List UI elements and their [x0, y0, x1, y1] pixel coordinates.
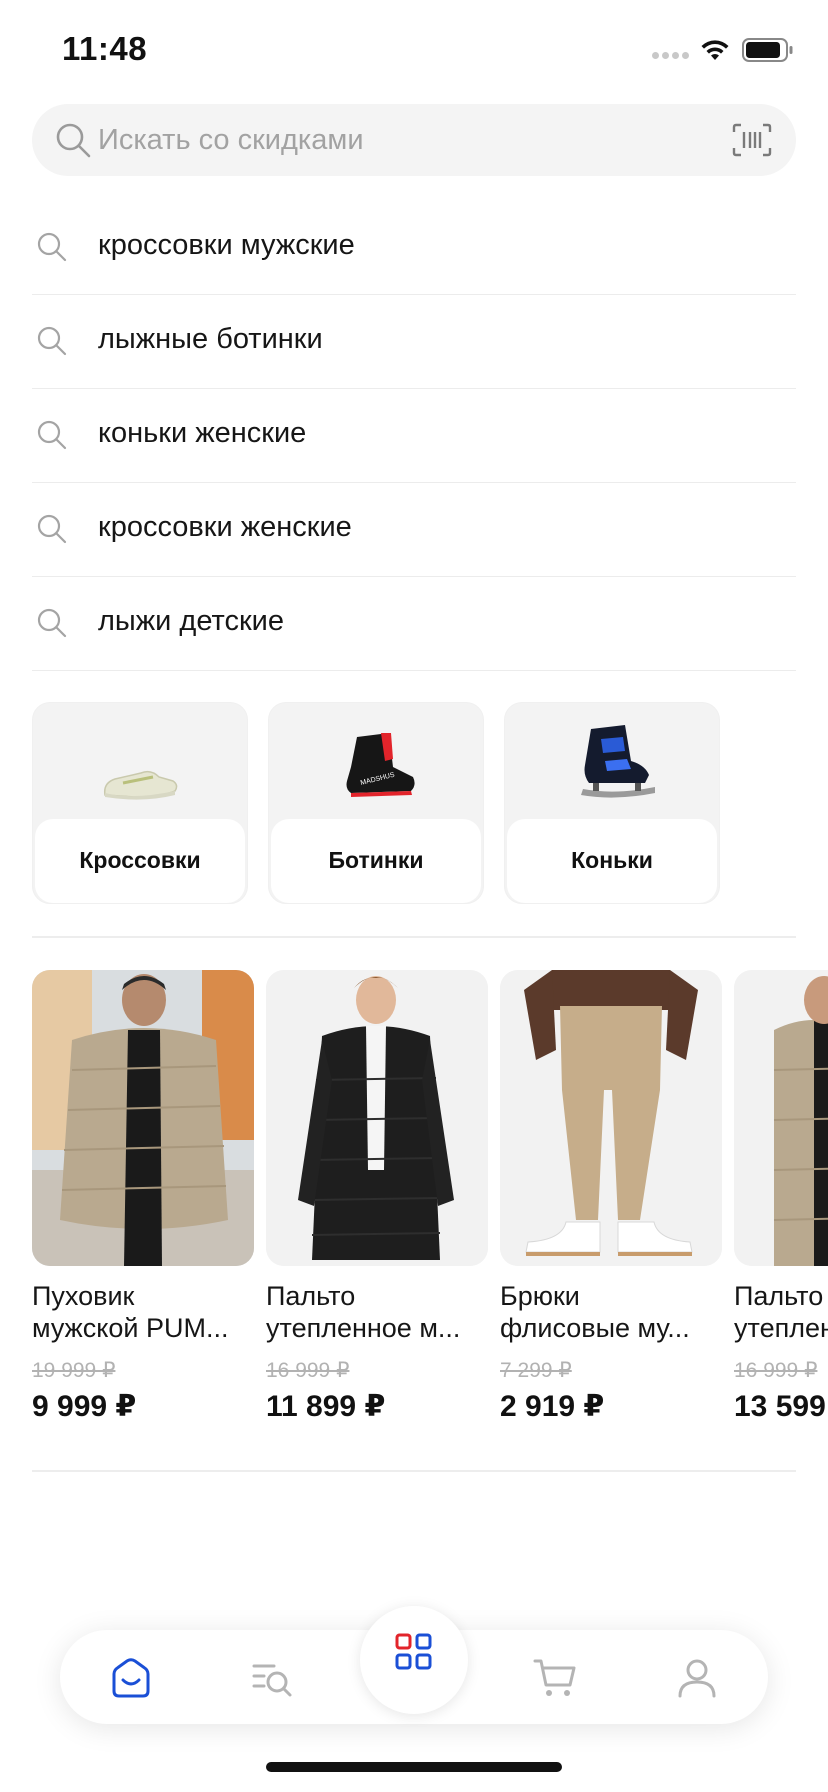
suggestion-item[interactable]: лыжные ботинки	[32, 295, 796, 389]
search-icon	[37, 232, 67, 262]
status-bar: 11:48	[0, 0, 828, 100]
category-card-boots[interactable]: MADSHUS Ботинки	[268, 702, 484, 904]
category-card-sneakers[interactable]: Кроссовки	[32, 702, 248, 904]
category-card-skates[interactable]: Коньки	[504, 702, 720, 904]
product-image	[266, 970, 488, 1266]
product-old-price: 7 299 ₽	[500, 1359, 572, 1382]
category-label-box: Коньки	[507, 819, 717, 903]
section-divider	[32, 936, 796, 938]
category-label: Ботинки	[328, 847, 424, 873]
search-icon	[37, 514, 67, 544]
home-icon[interactable]	[108, 1655, 154, 1701]
product-card[interactable]: Пуховик мужской PUM... 19 999 ₽ 9 999 ₽	[32, 970, 254, 1424]
battery-icon	[742, 38, 793, 62]
search-bar[interactable]	[32, 104, 796, 176]
ice-skate-image	[581, 725, 655, 798]
search-suggestions: кроссовки мужские лыжные ботинки коньки …	[32, 201, 796, 671]
suggestion-label: кроссовки мужские	[98, 229, 355, 261]
catalog-grid-icon[interactable]	[394, 1632, 434, 1672]
product-image	[32, 970, 254, 1266]
search-icon	[37, 420, 67, 450]
suggestion-label: лыжи детские	[98, 605, 284, 637]
product-image	[500, 970, 722, 1266]
home-indicator	[266, 1762, 562, 1772]
product-price: 2 919 ₽	[500, 1390, 605, 1423]
ski-boot-image: MADSHUS	[346, 733, 415, 797]
suggestion-label: кроссовки женские	[98, 511, 352, 543]
product-image	[734, 970, 828, 1266]
suggestion-item[interactable]: кроссовки мужские	[32, 201, 796, 295]
product-card[interactable]: Брюки флисовые му... 7 299 ₽ 2 919 ₽	[500, 970, 722, 1424]
category-label: Кроссовки	[79, 847, 201, 873]
sneaker-image	[103, 770, 178, 800]
status-time: 11:48	[62, 30, 148, 67]
product-carousel: Пуховик мужской PUM... 19 999 ₽ 9 999 ₽ …	[32, 970, 828, 1440]
suggestion-label: лыжные ботинки	[98, 323, 323, 355]
product-name: Пальто утепленное м...	[266, 1281, 461, 1343]
wifi-icon	[701, 40, 729, 60]
category-carousel: Кроссовки MADSHUS Ботинки Коньки	[32, 702, 796, 904]
product-card[interactable]: Пальто утепленное 16 999 ₽ 13 599 ₽	[734, 970, 828, 1424]
suggestion-item[interactable]: коньки женские	[32, 389, 796, 483]
search-input[interactable]	[98, 104, 698, 176]
barcode-scan-icon[interactable]	[732, 123, 772, 157]
product-name: Пуховик мужской PUM...	[32, 1281, 229, 1343]
cellular-signal-icon	[652, 52, 689, 59]
category-label: Коньки	[571, 847, 653, 873]
search-icon	[56, 123, 91, 158]
product-price: 11 899 ₽	[266, 1390, 386, 1423]
product-price: 9 999 ₽	[32, 1390, 137, 1423]
suggestion-item[interactable]: кроссовки женские	[32, 483, 796, 577]
category-label-box: Ботинки	[271, 819, 481, 903]
product-old-price: 16 999 ₽	[266, 1359, 350, 1382]
product-old-price: 16 999 ₽	[734, 1359, 818, 1382]
suggestion-item[interactable]: лыжи детские	[32, 577, 796, 671]
suggestion-label: коньки женские	[98, 417, 307, 449]
product-price: 13 599 ₽	[734, 1390, 828, 1423]
cart-icon[interactable]	[532, 1655, 578, 1701]
category-label-box: Кроссовки	[35, 819, 245, 903]
catalog-search-icon[interactable]	[250, 1655, 296, 1701]
section-divider	[32, 1470, 796, 1472]
product-name: Брюки флисовые му...	[500, 1281, 690, 1343]
profile-icon[interactable]	[674, 1655, 720, 1701]
search-icon	[37, 608, 67, 638]
search-icon	[37, 326, 67, 356]
product-old-price: 19 999 ₽	[32, 1359, 116, 1382]
product-name: Пальто утепленное	[734, 1281, 828, 1343]
product-card[interactable]: Пальто утепленное м... 16 999 ₽ 11 899 ₽	[266, 970, 488, 1424]
